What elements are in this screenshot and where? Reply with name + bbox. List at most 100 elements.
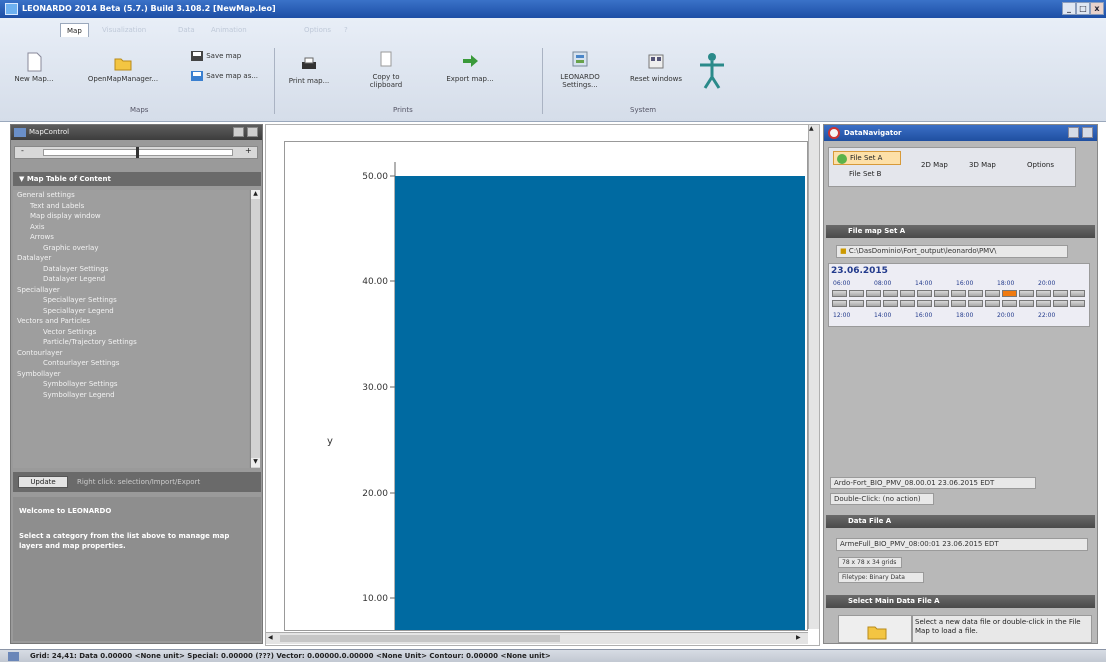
scroll-up-icon[interactable]: ▲ — [251, 190, 260, 199]
scroll-thumb[interactable] — [280, 635, 560, 642]
scroll-down-icon[interactable]: ▼ — [251, 458, 260, 467]
tree-scrollbar[interactable]: ▲ ▼ — [250, 190, 260, 468]
scroll-right-icon[interactable]: ▶ — [796, 634, 801, 641]
new-map-button[interactable]: New Map... — [8, 52, 60, 83]
toc-item[interactable]: Datalayer Settings — [13, 264, 249, 275]
toc-item[interactable]: Graphic overlay — [13, 243, 249, 254]
file-cell[interactable] — [985, 300, 1000, 307]
file-cell[interactable] — [1019, 290, 1034, 297]
save-map-button[interactable]: Save map — [190, 50, 260, 62]
file-cell[interactable] — [934, 290, 949, 297]
reset-windows-button[interactable]: Reset windows — [624, 52, 688, 83]
toc-item[interactable]: Contourlayer Settings — [13, 358, 249, 369]
tab-help[interactable]: ? — [338, 23, 354, 37]
file-cell[interactable] — [1070, 300, 1085, 307]
close-panel-button[interactable] — [1082, 127, 1093, 138]
file-cell[interactable] — [866, 300, 881, 307]
file-map-section-header[interactable]: File map Set A — [826, 225, 1095, 238]
print-map-button[interactable]: Print map... — [284, 54, 334, 85]
tab-file-set-a[interactable]: File Set A — [833, 151, 901, 165]
toc-header[interactable]: ▼ Map Table of Content — [13, 172, 261, 186]
close-panel-button[interactable] — [247, 127, 258, 137]
file-cell[interactable] — [866, 290, 881, 297]
file-cell[interactable] — [968, 300, 983, 307]
tab-2d-map[interactable]: 2D Map — [921, 161, 948, 169]
file-cell[interactable] — [1002, 290, 1017, 297]
toc-item[interactable]: Speciallayer Settings — [13, 295, 249, 306]
toc-item[interactable]: Datalayer — [13, 253, 249, 264]
plot-canvas[interactable]: 50.00 40.00 30.00 20.00 10.00 y — [285, 142, 807, 630]
pin-button[interactable] — [1068, 127, 1079, 138]
tab-options[interactable]: Options — [1027, 161, 1054, 169]
tab-data[interactable]: Data — [172, 23, 201, 37]
minimize-button[interactable]: _ — [1062, 2, 1076, 15]
scroll-left-icon[interactable]: ◀ — [268, 634, 273, 641]
selected-file-field[interactable]: Ardo-Fort_BIO_PMV_08.00.01 23.06.2015 ED… — [830, 477, 1036, 489]
toc-item[interactable]: Symbollayer Settings — [13, 379, 249, 390]
tab-visualization[interactable]: Visualization — [96, 23, 152, 37]
file-cell[interactable] — [951, 300, 966, 307]
file-cell[interactable] — [917, 300, 932, 307]
collapse-icon: ▼ — [19, 175, 27, 183]
file-cell[interactable] — [1002, 300, 1017, 307]
file-cell[interactable] — [951, 290, 966, 297]
toc-item[interactable]: Contourlayer — [13, 348, 249, 359]
path-field[interactable]: ■ C:\DasDominio\Fort_output\leonardo\PMV… — [836, 245, 1068, 258]
file-cell[interactable] — [1070, 290, 1085, 297]
file-cell[interactable] — [934, 300, 949, 307]
toc-item[interactable]: Symbollayer — [13, 369, 249, 380]
open-map-manager-button[interactable]: OpenMapManager... — [76, 52, 170, 83]
restore-button[interactable]: □ — [1076, 2, 1090, 15]
vertical-scrollbar[interactable]: ▲ — [808, 125, 819, 629]
tab-map[interactable]: Map — [60, 23, 89, 37]
export-map-button[interactable]: Export map... — [440, 52, 500, 83]
close-button[interactable]: x — [1090, 2, 1104, 15]
pin-button[interactable] — [233, 127, 244, 137]
toc-item[interactable]: Vectors and Particles — [13, 316, 249, 327]
file-cell[interactable] — [849, 300, 864, 307]
tab-animation[interactable]: Animation — [205, 23, 253, 37]
file-cell[interactable] — [1053, 300, 1068, 307]
file-cell[interactable] — [832, 290, 847, 297]
zoom-slider-thumb[interactable] — [136, 147, 139, 158]
file-cell[interactable] — [985, 290, 1000, 297]
open-file-button[interactable] — [838, 615, 912, 643]
file-cell[interactable] — [832, 300, 847, 307]
select-section-header[interactable]: Select Main Data File A — [826, 595, 1095, 608]
file-cell[interactable] — [849, 290, 864, 297]
horizontal-scrollbar[interactable]: ◀ ▶ — [266, 632, 808, 644]
tab-file-set-b[interactable]: File Set B — [849, 170, 881, 178]
zoom-in-icon[interactable]: + — [245, 146, 252, 155]
file-cell[interactable] — [1036, 300, 1051, 307]
file-cell[interactable] — [883, 290, 898, 297]
toc-item[interactable]: Particle/Trajectory Settings — [13, 337, 249, 348]
toc-item[interactable]: Vector Settings — [13, 327, 249, 338]
copy-clipboard-button[interactable]: Copy to clipboard — [366, 50, 406, 89]
leonardo-settings-button[interactable]: LEONARDO Settings... — [552, 50, 608, 89]
file-cell[interactable] — [968, 290, 983, 297]
toc-item[interactable]: Text and Labels — [13, 201, 249, 212]
toc-item[interactable]: Axis — [13, 222, 249, 233]
zoom-out-icon[interactable]: - — [21, 146, 24, 155]
file-cell[interactable] — [1019, 300, 1034, 307]
file-cell[interactable] — [900, 300, 915, 307]
scroll-up-icon[interactable]: ▲ — [809, 125, 814, 132]
toc-item[interactable]: Speciallayer Legend — [13, 306, 249, 317]
toc-item[interactable]: Datalayer Legend — [13, 274, 249, 285]
zoom-slider[interactable]: - + — [14, 146, 258, 159]
toc-item[interactable]: Speciallayer — [13, 285, 249, 296]
file-cell[interactable] — [917, 290, 932, 297]
tab-options[interactable]: Options — [298, 23, 337, 37]
save-map-as-button[interactable]: Save map as... — [190, 70, 260, 82]
file-cell[interactable] — [883, 300, 898, 307]
data-file-section-header[interactable]: Data File A — [826, 515, 1095, 528]
update-button[interactable]: Update — [18, 476, 68, 488]
file-cell[interactable] — [1036, 290, 1051, 297]
toc-item[interactable]: General settings — [13, 190, 249, 201]
tab-3d-map[interactable]: 3D Map — [969, 161, 996, 169]
file-cell[interactable] — [900, 290, 915, 297]
toc-item[interactable]: Map display window — [13, 211, 249, 222]
toc-item[interactable]: Arrows — [13, 232, 249, 243]
toc-item[interactable]: Symbollayer Legend — [13, 390, 249, 401]
file-cell[interactable] — [1053, 290, 1068, 297]
